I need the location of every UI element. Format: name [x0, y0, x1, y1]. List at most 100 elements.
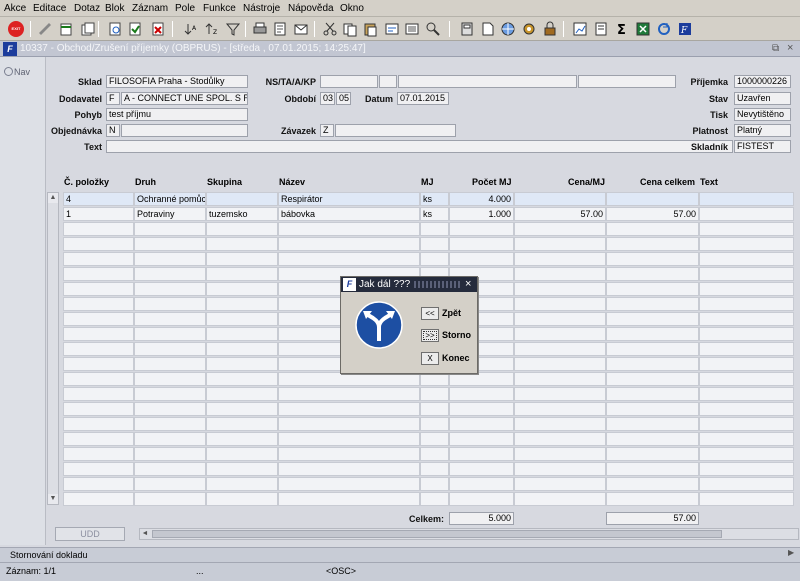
- menu-dotaz[interactable]: Dotaz: [74, 3, 100, 14]
- empty-cell[interactable]: [206, 267, 278, 281]
- cell-pocet[interactable]: 1.000: [449, 207, 514, 221]
- empty-cell[interactable]: [606, 402, 699, 416]
- restore-window-icon[interactable]: ⧉: [772, 43, 779, 54]
- empty-cell[interactable]: [63, 237, 134, 251]
- empty-cell[interactable]: [449, 222, 514, 236]
- empty-cell[interactable]: [63, 477, 134, 491]
- cell-cena[interactable]: [514, 192, 606, 206]
- empty-cell[interactable]: [134, 282, 206, 296]
- empty-cell[interactable]: [514, 267, 606, 281]
- empty-cell[interactable]: [449, 402, 514, 416]
- ta-field[interactable]: [379, 75, 397, 88]
- empty-cell[interactable]: [606, 342, 699, 356]
- empty-cell[interactable]: [63, 432, 134, 446]
- dialog-close-icon[interactable]: ×: [465, 277, 471, 292]
- empty-cell[interactable]: [420, 402, 449, 416]
- ns-field[interactable]: [320, 75, 378, 88]
- menu-blok[interactable]: Blok: [105, 3, 124, 14]
- menu-funkce[interactable]: Funkce: [203, 3, 236, 14]
- empty-cell[interactable]: [134, 447, 206, 461]
- empty-cell[interactable]: [514, 342, 606, 356]
- empty-cell[interactable]: [699, 432, 794, 446]
- empty-cell[interactable]: [514, 252, 606, 266]
- cell-mj[interactable]: ks: [420, 207, 449, 221]
- empty-cell[interactable]: [699, 222, 794, 236]
- empty-cell[interactable]: [514, 282, 606, 296]
- cell-druh[interactable]: Potraviny: [134, 207, 206, 221]
- empty-cell[interactable]: [278, 447, 420, 461]
- stav-field[interactable]: Uzavřen: [734, 92, 791, 105]
- empty-cell[interactable]: [514, 297, 606, 311]
- delete-record-icon[interactable]: [150, 21, 166, 37]
- empty-cell[interactable]: [278, 372, 420, 386]
- empty-cell[interactable]: [699, 312, 794, 326]
- empty-cell[interactable]: [206, 357, 278, 371]
- empty-cell[interactable]: [606, 492, 699, 506]
- duplicate-record-icon[interactable]: [80, 21, 96, 37]
- execute-query-icon[interactable]: [127, 21, 143, 37]
- empty-cell[interactable]: [606, 417, 699, 431]
- copy-icon[interactable]: [342, 21, 358, 37]
- sort-asc-icon[interactable]: A: [183, 21, 199, 37]
- empty-cell[interactable]: [606, 252, 699, 266]
- empty-cell[interactable]: [699, 297, 794, 311]
- cell-polozka[interactable]: 4: [63, 192, 134, 206]
- empty-cell[interactable]: [134, 387, 206, 401]
- empty-cell[interactable]: [134, 402, 206, 416]
- empty-cell[interactable]: [699, 342, 794, 356]
- empty-cell[interactable]: [206, 327, 278, 341]
- empty-cell[interactable]: [63, 327, 134, 341]
- empty-cell[interactable]: [278, 417, 420, 431]
- empty-cell[interactable]: [134, 417, 206, 431]
- empty-cell[interactable]: [63, 492, 134, 506]
- menu-akce[interactable]: Akce: [4, 3, 26, 14]
- empty-cell[interactable]: [699, 357, 794, 371]
- zavazek-field[interactable]: [335, 124, 456, 137]
- sum-icon[interactable]: Σ: [614, 21, 630, 38]
- empty-cell[interactable]: [134, 342, 206, 356]
- empty-cell[interactable]: [420, 222, 449, 236]
- empty-cell[interactable]: [206, 462, 278, 476]
- empty-cell[interactable]: [514, 372, 606, 386]
- empty-cell[interactable]: [699, 372, 794, 386]
- empty-cell[interactable]: [206, 402, 278, 416]
- scroll-thumb[interactable]: [152, 530, 722, 538]
- a-field[interactable]: [398, 75, 577, 88]
- empty-cell[interactable]: [699, 267, 794, 281]
- empty-cell[interactable]: [606, 267, 699, 281]
- obdobi-day-field[interactable]: 05: [336, 92, 351, 105]
- empty-cell[interactable]: [449, 432, 514, 446]
- empty-cell[interactable]: [420, 492, 449, 506]
- empty-cell[interactable]: [514, 387, 606, 401]
- empty-cell[interactable]: [206, 417, 278, 431]
- paste-icon[interactable]: [362, 21, 378, 37]
- nav-icon[interactable]: [4, 67, 13, 76]
- cell-cena[interactable]: 57.00: [514, 207, 606, 221]
- objednavka-field[interactable]: [121, 124, 248, 137]
- empty-cell[interactable]: [63, 462, 134, 476]
- platnost-field[interactable]: Platný: [734, 124, 791, 137]
- empty-cell[interactable]: [278, 477, 420, 491]
- empty-cell[interactable]: [134, 462, 206, 476]
- empty-cell[interactable]: [420, 477, 449, 491]
- scroll-down-icon[interactable]: ▼: [48, 494, 58, 504]
- empty-cell[interactable]: [420, 372, 449, 386]
- menu-okno[interactable]: Okno: [340, 3, 364, 14]
- sort-desc-icon[interactable]: Z: [204, 21, 220, 37]
- empty-cell[interactable]: [134, 372, 206, 386]
- cell-skupina[interactable]: [206, 192, 278, 206]
- horizontal-scrollbar[interactable]: ◄: [139, 528, 799, 540]
- udd-button[interactable]: UDD: [55, 527, 125, 541]
- empty-cell[interactable]: [449, 387, 514, 401]
- calculator-icon[interactable]: [459, 21, 475, 37]
- vertical-scrollbar[interactable]: ▲ ▼: [47, 192, 59, 505]
- print-preview-icon[interactable]: [272, 21, 288, 37]
- mail-icon[interactable]: [293, 21, 309, 37]
- close-window-icon[interactable]: ×: [787, 42, 793, 54]
- empty-cell[interactable]: [606, 447, 699, 461]
- cell-druh[interactable]: Ochranné pomůcl: [134, 192, 206, 206]
- konec-button[interactable]: X: [421, 352, 439, 365]
- empty-cell[interactable]: [420, 387, 449, 401]
- help-icon[interactable]: F: [677, 21, 693, 37]
- empty-cell[interactable]: [449, 237, 514, 251]
